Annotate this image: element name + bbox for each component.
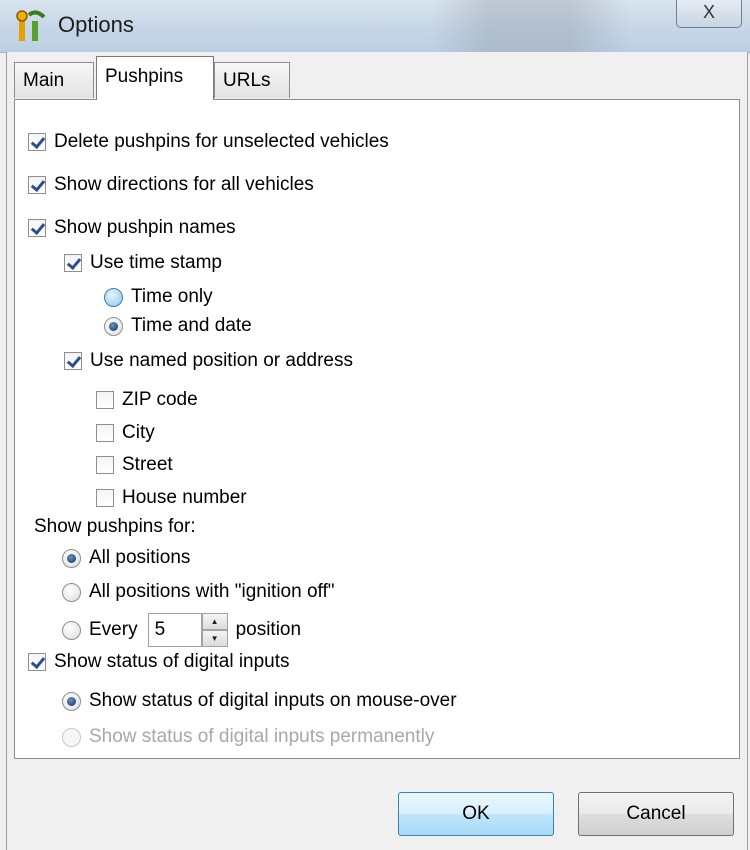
time-and-date-option[interactable]: Time and date <box>104 312 252 340</box>
city-checkbox[interactable] <box>96 424 114 442</box>
every-label: Every <box>89 619 138 640</box>
spin-down-icon[interactable]: ▼ <box>201 630 228 647</box>
cancel-button[interactable]: Cancel <box>578 792 734 836</box>
tab-urls-label: URLs <box>223 70 271 91</box>
digital-mouseover-label: Show status of digital inputs on mouse-o… <box>89 690 457 711</box>
ignition-off-option[interactable]: All positions with "ignition off" <box>62 578 335 606</box>
tab-pushpins-label: Pushpins <box>105 66 184 87</box>
use-timestamp-checkbox[interactable] <box>64 254 82 272</box>
options-dialog: Options X Main URLs Pushpins Delete push… <box>0 0 750 850</box>
title-bar: Options X <box>0 0 750 53</box>
show-names-checkbox[interactable] <box>28 219 46 237</box>
ignition-off-label: All positions with "ignition off" <box>89 581 335 602</box>
time-only-label: Time only <box>131 286 213 307</box>
close-button[interactable]: X <box>676 0 742 28</box>
show-names-option[interactable]: Show pushpin names <box>28 214 236 242</box>
every-n-radio[interactable] <box>62 620 81 640</box>
use-named-position-option[interactable]: Use named position or address <box>64 347 353 375</box>
ok-button[interactable]: OK <box>398 792 554 836</box>
window-title: Options <box>58 12 134 37</box>
all-positions-radio[interactable] <box>62 548 81 568</box>
zip-code-checkbox[interactable] <box>96 391 114 409</box>
city-label: City <box>122 422 155 443</box>
cancel-button-label: Cancel <box>626 803 686 824</box>
show-digital-inputs-label: Show status of digital inputs <box>54 651 290 672</box>
title-bar-background <box>430 0 630 52</box>
pushpin-app-icon <box>16 10 46 41</box>
digital-mouseover-radio[interactable] <box>62 691 81 711</box>
time-and-date-radio[interactable] <box>104 316 123 336</box>
tab-urls[interactable]: URLs <box>214 62 290 98</box>
digital-permanent-label: Show status of digital inputs permanentl… <box>89 726 435 747</box>
zip-code-option[interactable]: ZIP code <box>96 386 198 414</box>
zip-code-label: ZIP code <box>122 389 198 410</box>
house-number-option[interactable]: House number <box>96 484 247 512</box>
every-n-input[interactable]: 5 <box>147 613 202 647</box>
every-n-option[interactable]: Every 5 ▲ ▼ position <box>62 612 301 648</box>
street-option[interactable]: Street <box>96 451 173 479</box>
ok-button-label: OK <box>462 803 490 824</box>
time-only-radio[interactable] <box>104 287 123 307</box>
use-timestamp-label: Use time stamp <box>90 252 222 273</box>
show-digital-inputs-option[interactable]: Show status of digital inputs <box>28 648 290 676</box>
delete-pushpins-checkbox[interactable] <box>28 133 46 151</box>
ignition-off-radio[interactable] <box>62 582 81 602</box>
city-option[interactable]: City <box>96 419 155 447</box>
show-directions-checkbox[interactable] <box>28 176 46 194</box>
tab-main-label: Main <box>23 70 65 91</box>
digital-mouseover-option[interactable]: Show status of digital inputs on mouse-o… <box>62 687 457 715</box>
time-only-option[interactable]: Time only <box>104 283 213 311</box>
tab-main[interactable]: Main <box>14 62 94 98</box>
every-n-spinner[interactable]: ▲ ▼ <box>201 613 228 647</box>
use-timestamp-option[interactable]: Use time stamp <box>64 249 222 277</box>
show-names-label: Show pushpin names <box>54 217 236 238</box>
time-and-date-label: Time and date <box>131 315 252 336</box>
house-number-label: House number <box>122 487 247 508</box>
use-named-position-label: Use named position or address <box>90 350 353 371</box>
all-positions-label: All positions <box>89 547 191 568</box>
all-positions-option[interactable]: All positions <box>62 544 190 572</box>
street-label: Street <box>122 454 173 475</box>
use-named-position-checkbox[interactable] <box>64 352 82 370</box>
show-directions-option[interactable]: Show directions for all vehicles <box>28 171 314 199</box>
street-checkbox[interactable] <box>96 456 114 474</box>
spin-up-icon[interactable]: ▲ <box>201 613 228 630</box>
digital-permanent-option: Show status of digital inputs permanentl… <box>62 723 434 751</box>
delete-pushpins-option[interactable]: Delete pushpins for unselected vehicles <box>28 128 389 156</box>
digital-permanent-radio <box>62 727 81 747</box>
show-pushpins-for-label: Show pushpins for: <box>34 516 196 537</box>
show-directions-label: Show directions for all vehicles <box>54 174 314 195</box>
delete-pushpins-label: Delete pushpins for unselected vehicles <box>54 131 389 152</box>
close-icon: X <box>702 2 715 22</box>
position-label: position <box>235 619 302 640</box>
show-digital-inputs-checkbox[interactable] <box>28 653 46 671</box>
house-number-checkbox[interactable] <box>96 489 114 507</box>
tab-pushpins[interactable]: Pushpins <box>96 56 214 100</box>
